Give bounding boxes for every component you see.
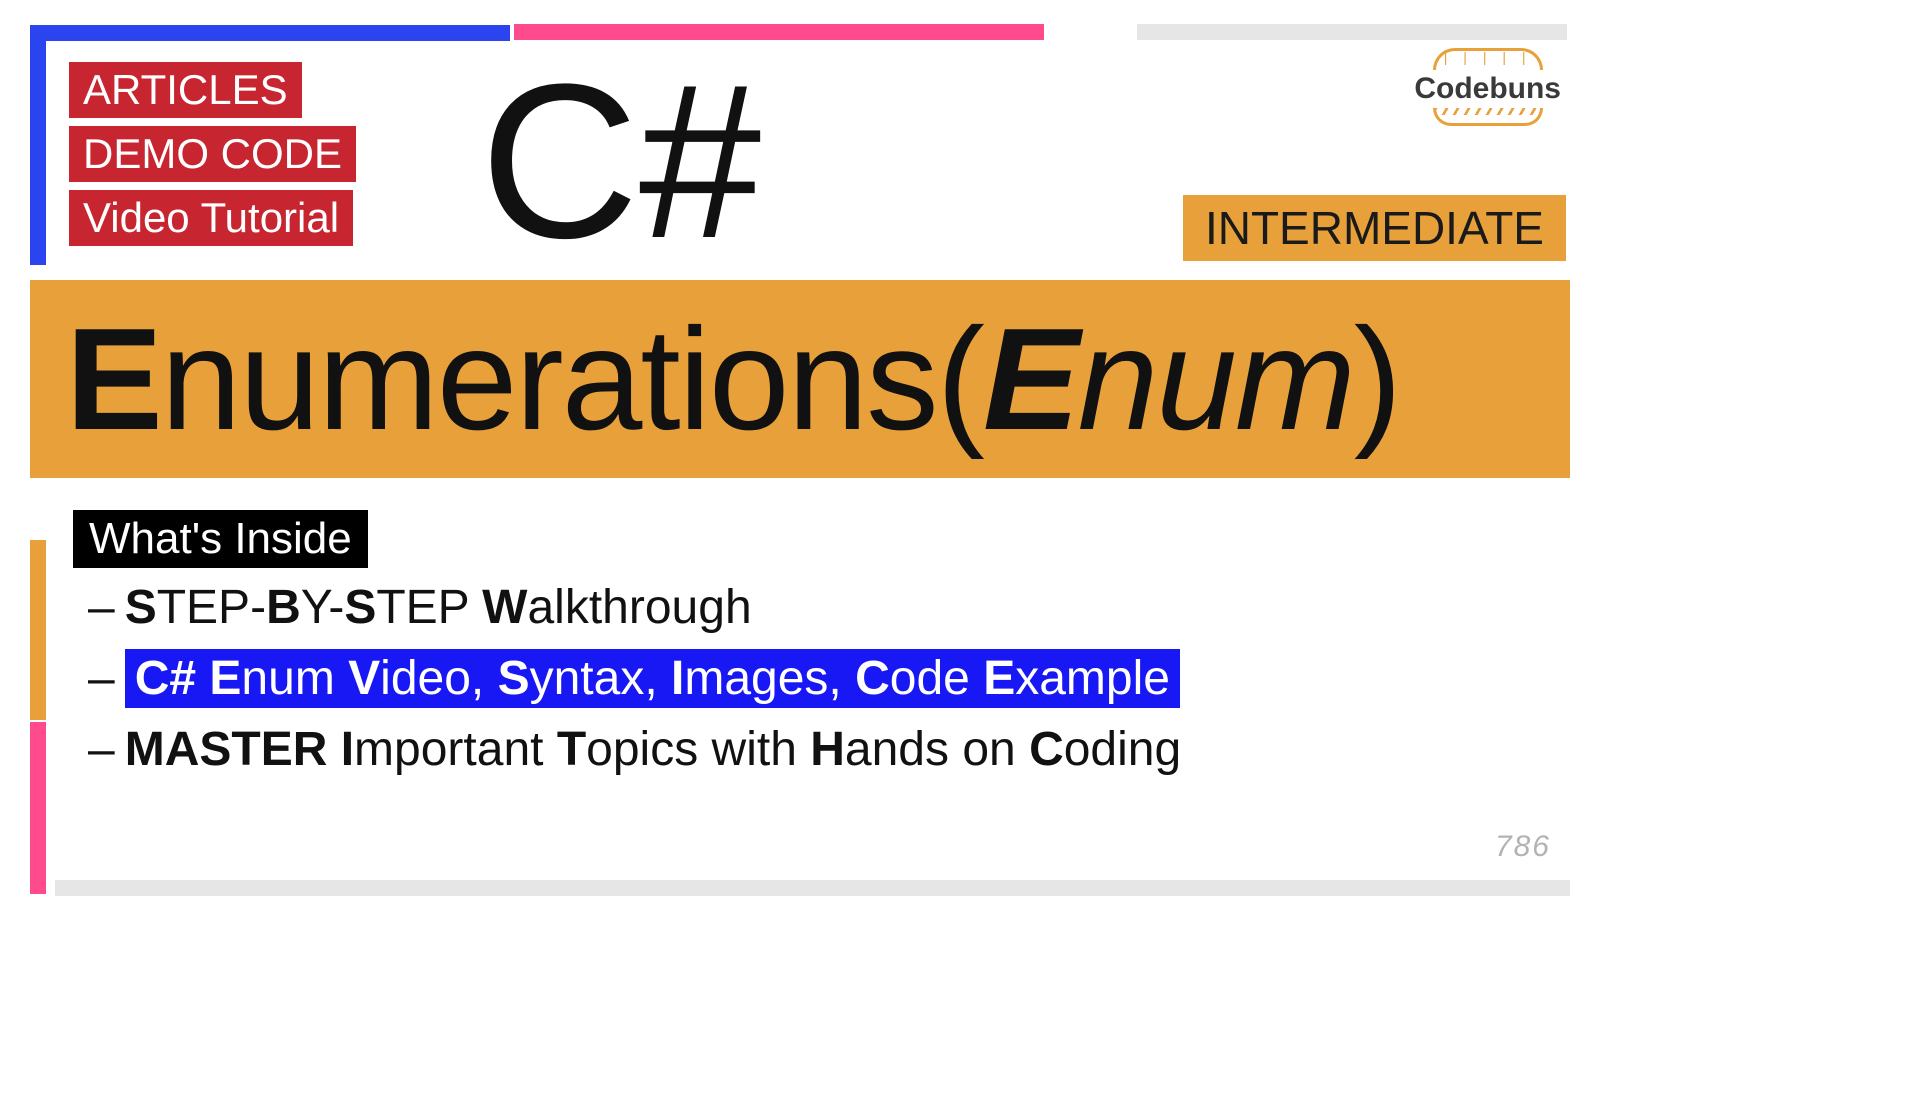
brand-logo: Codebuns bbox=[1414, 48, 1561, 126]
accent-bar-bottom-gray bbox=[55, 880, 1570, 896]
bullet-item-2: – C# Enum Video, Syntax, Images, Code Ex… bbox=[88, 649, 1181, 708]
title-letter-e2: E bbox=[983, 296, 1078, 463]
bullet-item-1: – STEP-BY-STEP Walkthrough bbox=[88, 580, 1181, 635]
accent-bar-top-gray bbox=[1137, 24, 1567, 40]
burger-top-icon bbox=[1433, 48, 1543, 70]
accent-bar-top-blue bbox=[30, 25, 510, 41]
whats-inside-heading: What's Inside bbox=[73, 510, 368, 568]
accent-bar-left-orange bbox=[30, 540, 46, 720]
language-title: C# bbox=[480, 35, 761, 288]
bullet-list: – STEP-BY-STEP Walkthrough – C# Enum Vid… bbox=[88, 580, 1181, 791]
accent-bar-left-blue bbox=[30, 25, 46, 265]
title-letter-e1: E bbox=[66, 296, 161, 463]
brand-name: Codebuns bbox=[1414, 72, 1561, 106]
burger-bottom-icon bbox=[1433, 108, 1543, 126]
tag-demo-code: DEMO CODE bbox=[69, 126, 356, 182]
tag-video-tutorial: Video Tutorial bbox=[69, 190, 353, 246]
level-badge: INTERMEDIATE bbox=[1183, 195, 1566, 261]
title-paren-close: ) bbox=[1354, 296, 1400, 463]
bullet-item-3: – MASTER Important Topics with Hands on … bbox=[88, 722, 1181, 777]
tag-list: ARTICLES DEMO CODE Video Tutorial bbox=[69, 62, 356, 254]
title-paren-open: ( bbox=[937, 296, 983, 463]
tag-articles: ARTICLES bbox=[69, 62, 302, 118]
highlight-bullet: C# Enum Video, Syntax, Images, Code Exam… bbox=[125, 649, 1180, 708]
page-number: 786 bbox=[1495, 830, 1551, 864]
accent-bar-left-pink bbox=[30, 722, 46, 894]
title-word-num: num bbox=[1078, 296, 1354, 463]
title-word-numerations: numerations bbox=[161, 296, 937, 463]
topic-title-bar: Enumerations (Enum) bbox=[30, 280, 1570, 478]
